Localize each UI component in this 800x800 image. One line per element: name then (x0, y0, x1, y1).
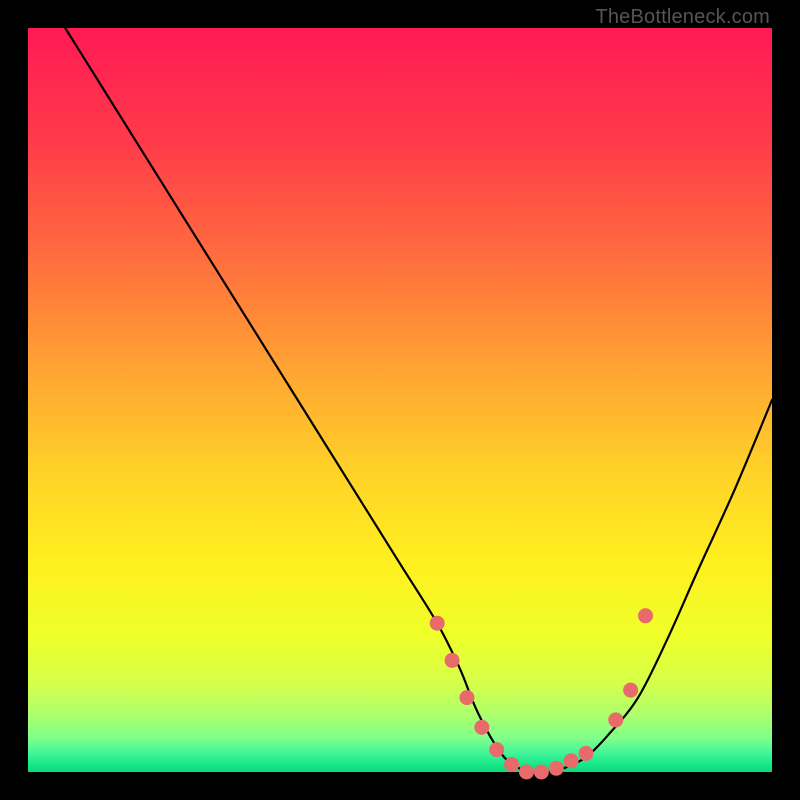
highlight-marker (579, 746, 594, 761)
highlight-marker (489, 742, 504, 757)
highlight-marker (474, 720, 489, 735)
bottleneck-curve-line (65, 28, 772, 772)
watermark-text: TheBottleneck.com (595, 6, 770, 29)
chart-plot-area (28, 28, 772, 772)
highlight-marker (564, 753, 579, 768)
highlight-marker (534, 765, 549, 780)
highlight-marker (504, 757, 519, 772)
highlight-marker (430, 616, 445, 631)
highlight-marker (549, 761, 564, 776)
highlight-marker (445, 653, 460, 668)
highlight-marker (519, 765, 534, 780)
highlight-marker (608, 712, 623, 727)
highlight-marker (623, 683, 638, 698)
chart-frame (28, 28, 772, 772)
highlight-marker-group (430, 608, 653, 779)
highlight-marker (459, 690, 474, 705)
highlight-marker (638, 608, 653, 623)
